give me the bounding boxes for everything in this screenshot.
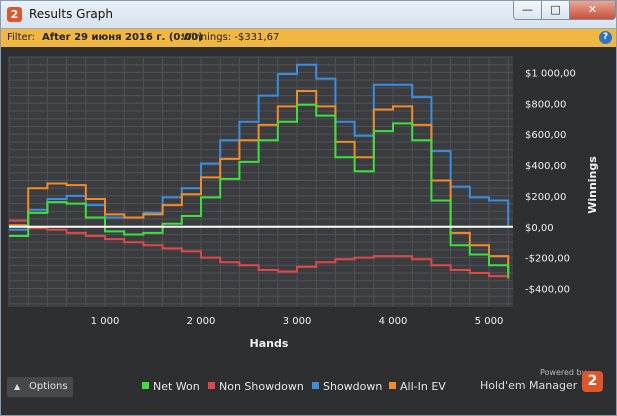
filter-value: After 29 июня 2016 г. (0:00)	[42, 32, 203, 43]
brand-logo-icon: 2	[582, 371, 603, 392]
bottom-bar: ▲ Options Net Won Non Showdown Showdown …	[1, 368, 616, 415]
legend-item-non-showdown[interactable]: Non Showdown	[208, 380, 304, 393]
minimize-button[interactable]: —	[513, 1, 542, 20]
help-icon[interactable]: ?	[599, 31, 612, 44]
title-bar[interactable]: 2 Results Graph — □ ✕	[1, 1, 616, 29]
legend-label: All-In EV	[400, 380, 446, 393]
y-tick-label: $400,00	[525, 161, 566, 172]
y-tick-label: $200,00	[525, 192, 566, 203]
y-tick-label: -$400,00	[525, 284, 570, 295]
y-axis-label: Winnings	[586, 156, 599, 214]
results-graph-window: 2 Results Graph — □ ✕ Filter: After 29 и…	[0, 0, 617, 416]
legend-swatch	[142, 382, 149, 389]
x-tick-label: 1 000	[91, 316, 120, 327]
winnings-summary: Winnings: -$331,67	[182, 32, 280, 43]
results-chart: $1 000,00 $800,00 $600,00 $400,00 $200,00 $0,…	[1, 47, 616, 373]
options-button[interactable]: ▲ Options	[7, 377, 73, 397]
x-tick-label: 5 000	[475, 316, 504, 327]
window-title: Results Graph	[29, 7, 113, 21]
x-tick-label: 4 000	[379, 316, 408, 327]
close-button[interactable]: ✕	[569, 1, 616, 20]
legend-item-showdown[interactable]: Showdown	[312, 380, 382, 393]
legend-item-net-won[interactable]: Net Won	[142, 380, 200, 393]
options-label: Options	[29, 381, 68, 392]
legend-label: Showdown	[323, 380, 383, 393]
filter-label: Filter:	[7, 32, 35, 43]
legend-label: Net Won	[153, 380, 200, 393]
legend-swatch	[208, 382, 215, 389]
x-axis-label: Hands	[250, 337, 289, 350]
brand-name: Hold'em Manager	[480, 379, 578, 392]
x-tick-label: 2 000	[187, 316, 216, 327]
filter-bar[interactable]: Filter: After 29 июня 2016 г. (0:00) Win…	[1, 29, 616, 47]
y-tick-label: $800,00	[525, 99, 566, 110]
y-tick-label: $0,00	[525, 223, 554, 234]
app-logo-icon: 2	[7, 7, 22, 22]
maximize-button[interactable]: □	[541, 1, 570, 20]
x-tick-label: 3 000	[283, 316, 312, 327]
y-tick-label: -$200,00	[525, 254, 570, 265]
powered-by-text: Powered by	[540, 368, 587, 377]
chevron-up-icon: ▲	[14, 382, 21, 391]
y-tick-label: $600,00	[525, 130, 566, 141]
legend-swatch	[389, 382, 396, 389]
legend-label: Non Showdown	[219, 380, 304, 393]
legend-item-all-in-ev[interactable]: All-In EV	[389, 380, 446, 393]
legend-swatch	[312, 382, 319, 389]
y-tick-label: $1 000,00	[525, 68, 576, 79]
